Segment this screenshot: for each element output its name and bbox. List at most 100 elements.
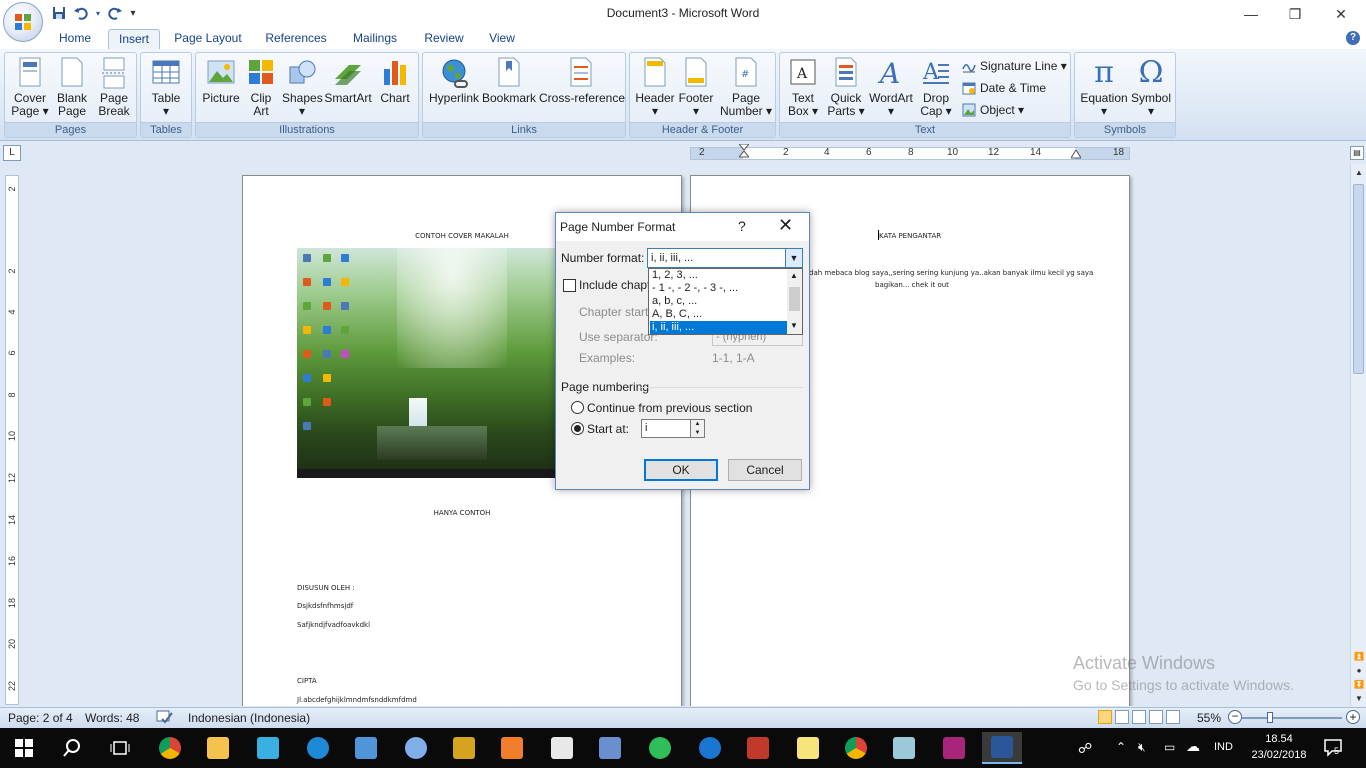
scroll-thumb[interactable] [1353, 184, 1364, 374]
cross-reference-button[interactable]: Cross-reference [539, 57, 625, 105]
input-language[interactable]: IND [1214, 741, 1233, 753]
people-icon[interactable]: ☍ [1078, 740, 1092, 757]
mail-button[interactable] [542, 732, 582, 764]
previous-page-icon[interactable]: ⏫ [1351, 650, 1366, 664]
whatsapp-button[interactable] [640, 732, 680, 764]
show-hidden-icons[interactable]: ⌃ [1116, 740, 1126, 754]
undo-icon[interactable] [72, 4, 90, 22]
browse-object-icon[interactable]: ● [1351, 664, 1366, 678]
start-at-spinner[interactable]: ▲ ▼ [690, 419, 705, 438]
signature-line-button[interactable]: Signature Line ▾ [962, 57, 1067, 75]
customize-qat-icon[interactable]: ▾ [128, 4, 138, 22]
undo-dropdown-icon[interactable]: ▾ [94, 4, 102, 22]
view-ruler-icon[interactable]: ▤ [1350, 146, 1364, 160]
page-count[interactable]: Page: 2 of 4 [8, 711, 73, 725]
wordart-button[interactable]: A WordArt ▾ [868, 57, 914, 118]
object-button[interactable]: Object ▾ [962, 101, 1024, 119]
hyperlink-button[interactable]: Hyperlink [427, 57, 481, 105]
footer-button[interactable]: Footer ▾ [676, 57, 716, 118]
clip-art-button[interactable]: Clip Art [244, 57, 278, 118]
app-button-8[interactable] [884, 732, 924, 764]
format-option-arabic[interactable]: 1, 2, 3, ... [650, 269, 787, 282]
cancel-button[interactable]: Cancel [728, 459, 802, 481]
list-scroll-up-icon[interactable]: ▲ [790, 271, 798, 280]
word-count[interactable]: Words: 48 [85, 711, 139, 725]
sticky-notes-button[interactable] [788, 732, 828, 764]
start-button[interactable] [4, 732, 44, 764]
format-option-dashed[interactable]: - 1 -, - 2 -, - 3 -, ... [650, 282, 787, 295]
horizontal-ruler[interactable]: 2 2 4 6 8 10 12 14 18 [690, 144, 1130, 160]
full-screen-reading-icon[interactable] [1115, 710, 1129, 724]
dialog-close-button[interactable]: ✕ [778, 215, 793, 236]
bookmark-button[interactable]: Bookmark [481, 57, 537, 105]
app-button-3[interactable] [396, 732, 436, 764]
app-button-9[interactable] [934, 732, 974, 764]
help-icon[interactable]: ? [1346, 31, 1360, 45]
indent-marker-icon[interactable] [739, 144, 749, 164]
search-button[interactable] [52, 732, 92, 764]
close-button[interactable]: ✕ [1318, 0, 1364, 28]
cover-image[interactable] [297, 248, 557, 478]
format-option-lower-roman[interactable]: i, ii, iii, ... [650, 321, 787, 334]
battery-icon[interactable]: ▭ [1164, 740, 1175, 754]
zoom-out-icon[interactable]: − [1228, 710, 1242, 724]
tab-view[interactable]: View [480, 29, 524, 49]
continue-radio[interactable] [571, 401, 584, 414]
tab-review[interactable]: Review [416, 29, 472, 49]
drop-cap-button[interactable]: A Drop Cap ▾ [916, 57, 956, 118]
app-button-1[interactable] [248, 732, 288, 764]
next-page-icon[interactable]: ⏬ [1351, 678, 1366, 692]
date-time-button[interactable]: Date & Time [962, 79, 1046, 97]
text-box-button[interactable]: A Text Box ▾ [784, 57, 822, 118]
zoom-slider[interactable] [1242, 717, 1342, 719]
app-button-6[interactable] [590, 732, 630, 764]
format-option-upper-alpha[interactable]: A, B, C, ... [650, 308, 787, 321]
include-chapter-checkbox[interactable] [563, 279, 576, 292]
tab-insert[interactable]: Insert [108, 29, 160, 49]
number-format-select[interactable]: i, ii, iii, ... ▼ [647, 248, 803, 268]
web-layout-icon[interactable] [1132, 710, 1146, 724]
zoom-slider-handle[interactable] [1267, 712, 1273, 723]
draft-icon[interactable] [1166, 710, 1180, 724]
right-indent-marker-icon[interactable] [1071, 150, 1081, 160]
teamviewer-button[interactable] [690, 732, 730, 764]
app-button-2[interactable] [346, 732, 386, 764]
page-number-button[interactable]: # Page Number ▾ [720, 57, 772, 118]
tab-page-layout[interactable]: Page Layout [168, 29, 248, 49]
symbol-button[interactable]: Ω Symbol ▾ [1129, 57, 1173, 118]
tab-mailings[interactable]: Mailings [344, 29, 406, 49]
volume-muted-icon[interactable]: 🔇︎ [1138, 740, 1146, 755]
scroll-up-icon[interactable]: ▲ [1351, 166, 1366, 180]
language-status[interactable]: Indonesian (Indonesia) [188, 711, 310, 725]
save-icon[interactable] [50, 4, 68, 22]
list-scroll-thumb[interactable] [789, 287, 800, 311]
ok-button[interactable]: OK [644, 459, 718, 481]
word-taskbar-button[interactable] [982, 732, 1022, 764]
tab-references[interactable]: References [258, 29, 334, 49]
redo-icon[interactable] [106, 4, 124, 22]
clock[interactable]: 18.54 23/02/2018 [1248, 731, 1310, 763]
quick-parts-button[interactable]: Quick Parts ▾ [824, 57, 868, 118]
tab-home[interactable]: Home [50, 29, 100, 49]
scroll-down-icon[interactable]: ▼ [1351, 692, 1366, 706]
cloud-icon[interactable]: ☁ [1186, 738, 1200, 755]
minimize-button[interactable]: — [1228, 0, 1274, 28]
chrome-taskbar-button[interactable] [150, 732, 190, 764]
picture-button[interactable]: Picture [200, 57, 242, 105]
blank-page-button[interactable]: Blank Page [53, 57, 91, 118]
cover-page-button[interactable]: Cover Page ▾ [9, 57, 51, 118]
app-button-4[interactable] [444, 732, 484, 764]
file-explorer-button[interactable] [198, 732, 238, 764]
print-layout-icon[interactable] [1098, 710, 1112, 724]
table-button[interactable]: Table ▾ [147, 57, 185, 118]
equation-button[interactable]: π Equation ▾ [1079, 57, 1129, 118]
chrome-taskbar-button-2[interactable] [836, 732, 876, 764]
outline-icon[interactable] [1149, 710, 1163, 724]
header-button[interactable]: Header ▾ [634, 57, 676, 118]
office-button[interactable] [3, 2, 43, 42]
restore-button[interactable]: ❐ [1272, 0, 1318, 28]
zoom-level[interactable]: 55% [1197, 711, 1221, 725]
proofing-icon[interactable] [156, 709, 174, 728]
start-at-radio[interactable] [571, 422, 584, 435]
app-button-5[interactable] [492, 732, 532, 764]
